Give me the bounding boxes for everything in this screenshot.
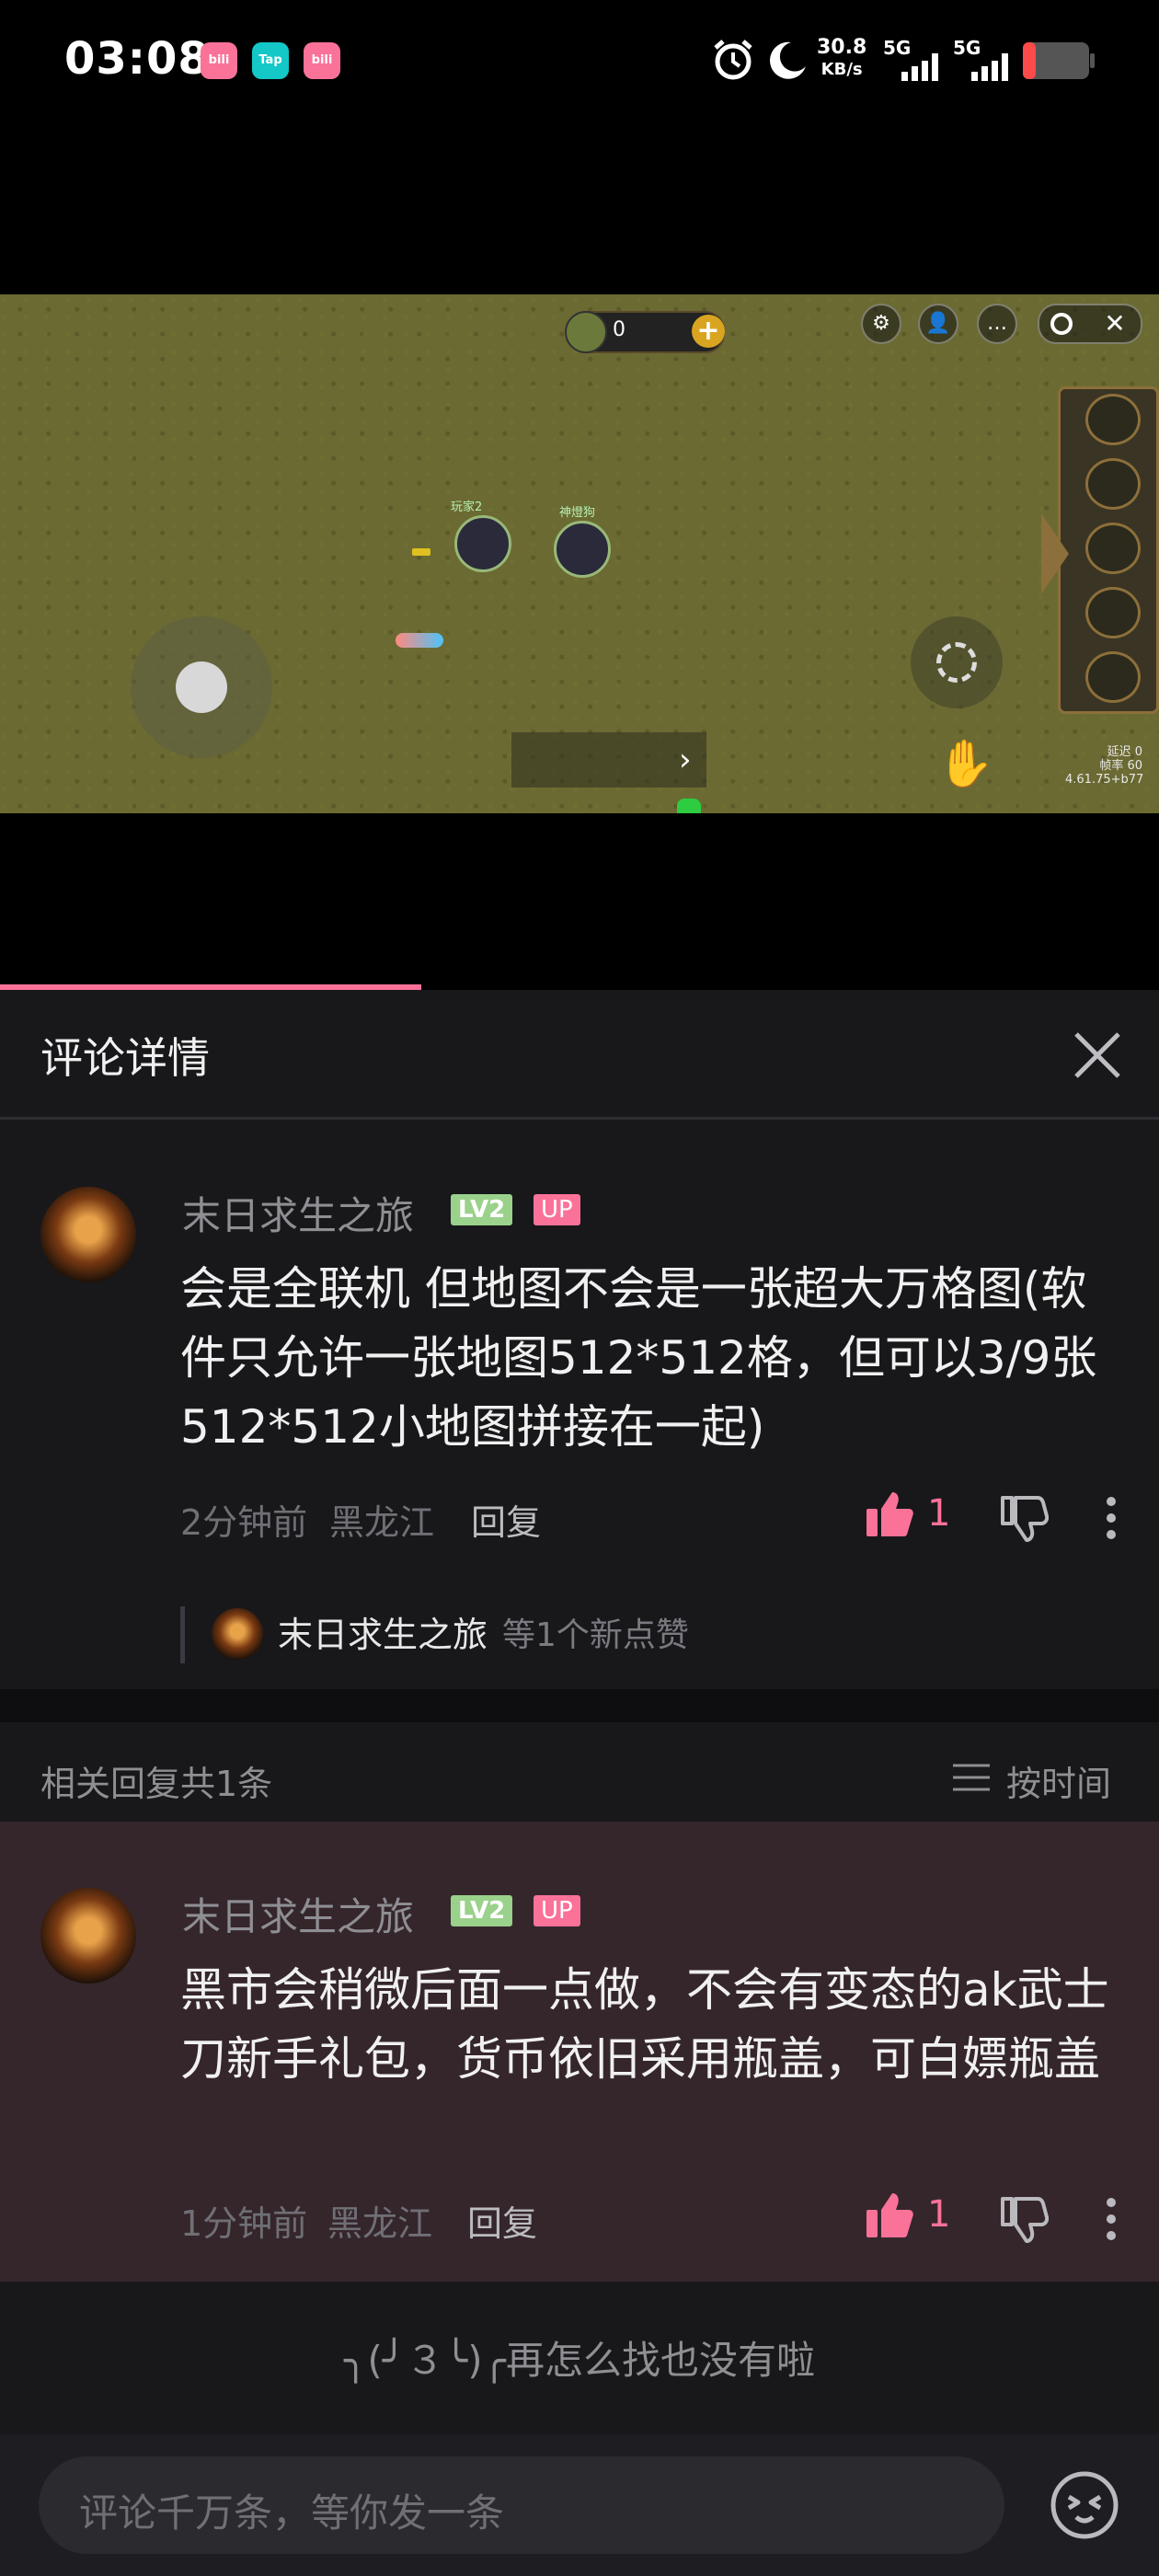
sort-icon bbox=[953, 1764, 990, 1791]
add-coin-button[interactable]: + bbox=[692, 315, 725, 348]
emoji-icon[interactable] bbox=[1049, 2469, 1120, 2541]
level-badge: LV2 bbox=[451, 1895, 513, 1926]
status-bar: 03:08 bili Tap bili 30.8 KB/s 5G 5G bbox=[0, 0, 1159, 129]
coin-icon bbox=[565, 311, 607, 353]
fps-line: 延迟 0 bbox=[1107, 745, 1142, 759]
up-badge: UP bbox=[534, 1194, 580, 1225]
avatar bbox=[212, 1608, 263, 1660]
thumb-down-icon[interactable] bbox=[999, 2195, 1049, 2243]
thumb-up-icon[interactable] bbox=[865, 2191, 914, 2239]
related-header: 相关回复共1条 bbox=[40, 1764, 273, 1804]
chevron-right-icon: › bbox=[679, 742, 692, 778]
sort-button[interactable]: 按时间 bbox=[953, 1755, 1119, 1804]
comment-location: 黑龙江 bbox=[329, 1502, 435, 1543]
player-avatar bbox=[554, 521, 611, 578]
reply-time: 1分钟前 bbox=[180, 2203, 308, 2244]
close-icon[interactable] bbox=[1073, 1030, 1122, 1080]
person-icon[interactable]: 👤 bbox=[918, 304, 958, 344]
avatar[interactable] bbox=[40, 1888, 136, 1984]
bilibili-icon: bili bbox=[304, 42, 340, 79]
net-speed: 30.8 KB/s bbox=[817, 37, 866, 81]
avatar[interactable] bbox=[40, 1187, 136, 1282]
sort-label: 按时间 bbox=[1006, 1764, 1112, 1804]
panel-title: 评论详情 bbox=[40, 1033, 210, 1083]
item-drop bbox=[412, 548, 430, 556]
notice-text: 等1个新点赞 bbox=[502, 1616, 689, 1654]
signal-icon bbox=[901, 53, 938, 81]
net-speed-unit: KB/s bbox=[820, 60, 863, 79]
like-count: 1 bbox=[927, 2193, 951, 2236]
refresh-icon bbox=[936, 642, 977, 683]
hand-icon[interactable]: ✋ bbox=[929, 727, 1003, 800]
video-player[interactable]: 0 + ⚙ 👤 … ✕ 玩家2 神燈狗 ✋ › 延迟 0 帧率 60 4.61.… bbox=[0, 294, 1159, 813]
coin-bar: 0 + bbox=[565, 311, 725, 353]
thumb-down-icon[interactable] bbox=[999, 1494, 1049, 1542]
item-drop bbox=[396, 633, 443, 648]
reply-button[interactable]: 回复 bbox=[467, 2195, 537, 2246]
alarm-icon bbox=[714, 40, 752, 80]
record-icon[interactable] bbox=[1050, 313, 1073, 335]
reply-content: 黑市会稍微后面一点做，不会有变态的ak武士刀新手礼包，货币依旧采用瓶盖，可白嫖瓶… bbox=[180, 1963, 1109, 2086]
chat-collapsed-panel[interactable]: › bbox=[511, 732, 706, 788]
battery-icon bbox=[1023, 42, 1095, 79]
reply-button[interactable]: 回复 bbox=[471, 1494, 541, 1545]
refresh-button[interactable] bbox=[911, 616, 1003, 708]
status-dot bbox=[677, 799, 701, 813]
joystick-knob[interactable] bbox=[176, 661, 227, 713]
end-of-list-text: ╮(╯３╰)╭再怎么找也没有啦 bbox=[344, 2338, 815, 2383]
fps-info: 延迟 0 帧率 60 4.61.75+b77 bbox=[1065, 745, 1144, 787]
level-badge: LV2 bbox=[451, 1194, 513, 1225]
chat-icon[interactable]: … bbox=[977, 304, 1017, 344]
comment-username[interactable]: 末日求生之旅 bbox=[182, 1185, 414, 1241]
more-icon[interactable] bbox=[1100, 2197, 1122, 2243]
notice-bar bbox=[180, 1606, 185, 1663]
settings-icon[interactable]: ⚙ bbox=[861, 304, 901, 344]
net-speed-value: 30.8 bbox=[817, 36, 867, 59]
up-badge: UP bbox=[534, 1895, 580, 1926]
status-time: 03:08 bbox=[64, 33, 210, 85]
like-count: 1 bbox=[927, 1492, 951, 1535]
thumb-up-icon[interactable] bbox=[865, 1490, 914, 1538]
side-menu-arrow[interactable] bbox=[1041, 513, 1069, 594]
player-avatar bbox=[454, 515, 511, 572]
record-close-group: ✕ bbox=[1038, 304, 1142, 344]
notice-username[interactable]: 末日求生之旅 bbox=[278, 1606, 488, 1657]
more-icon[interactable] bbox=[1100, 1496, 1122, 1542]
comment-input-placeholder: 评论千万条，等你发一条 bbox=[79, 2490, 505, 2536]
fps-line: 4.61.75+b77 bbox=[1065, 773, 1144, 787]
divider bbox=[0, 1117, 1159, 1120]
book-icon[interactable] bbox=[1085, 458, 1141, 510]
close-icon[interactable]: ✕ bbox=[1096, 305, 1133, 342]
player-label: 神燈狗 bbox=[559, 506, 596, 520]
reply-username[interactable]: 末日求生之旅 bbox=[182, 1886, 414, 1942]
player-label: 玩家2 bbox=[451, 500, 483, 514]
comment-content: 会是全联机 但地图不会是一张超大万格图(软件只允许一张地图512*512格，但可… bbox=[180, 1262, 1097, 1454]
comment-time: 2分钟前 bbox=[180, 1502, 308, 1543]
home-icon[interactable] bbox=[1085, 523, 1141, 574]
fps-line: 帧率 60 bbox=[1099, 759, 1142, 773]
mail-icon[interactable] bbox=[1085, 587, 1141, 638]
comment-detail-panel: 评论详情 末日求生之旅 LV2 UP 会是全联机 但地图不会是一张超大万格图(软… bbox=[0, 990, 1159, 2576]
comment-input[interactable]: 评论千万条，等你发一条 bbox=[39, 2456, 1004, 2554]
signal-icon bbox=[971, 53, 1008, 81]
moon-icon bbox=[769, 41, 806, 79]
section-gap bbox=[0, 1689, 1159, 1722]
taptap-icon: Tap bbox=[252, 42, 289, 79]
bag-icon[interactable] bbox=[1085, 394, 1141, 445]
joystick[interactable] bbox=[131, 616, 272, 758]
reply-location: 黑龙江 bbox=[327, 2203, 433, 2244]
bilibili-icon: bili bbox=[201, 42, 237, 79]
gear-icon[interactable] bbox=[1085, 651, 1141, 703]
coin-count: 0 bbox=[613, 318, 625, 341]
